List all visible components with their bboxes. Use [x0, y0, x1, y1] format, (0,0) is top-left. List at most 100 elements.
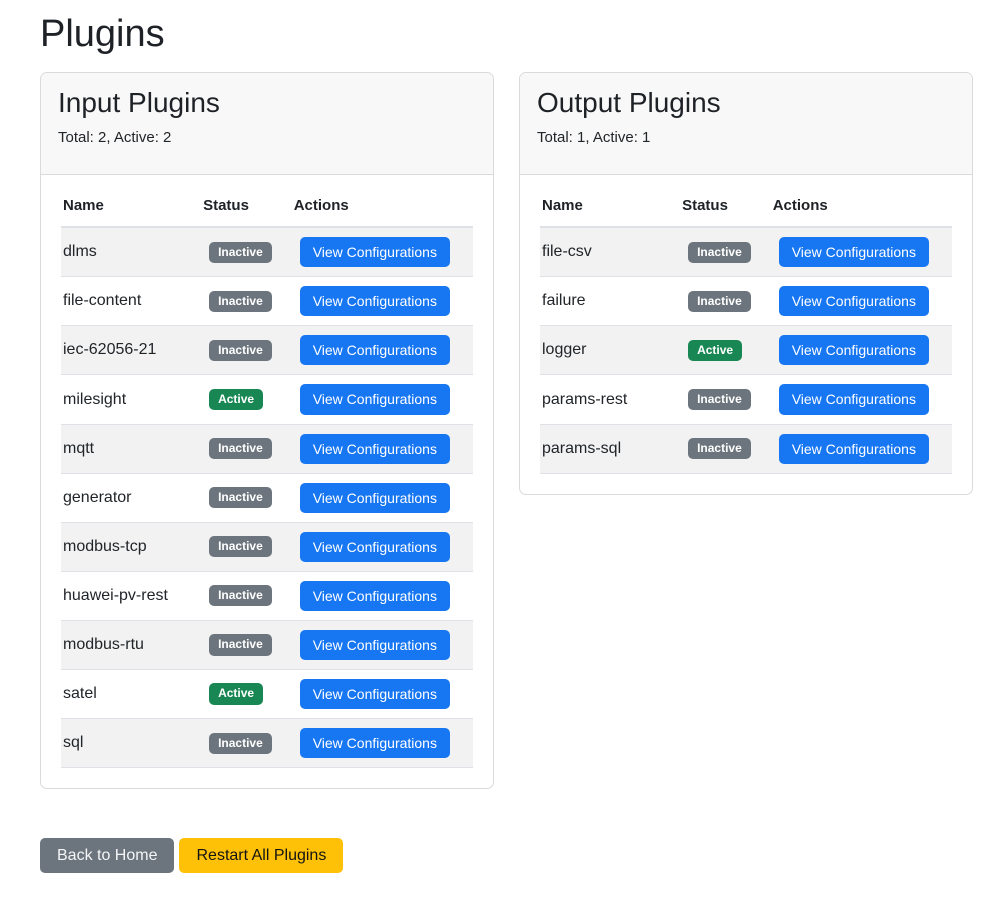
plugin-actions-cell: View Configurations — [292, 227, 473, 277]
plugin-status-cell: Inactive — [201, 277, 292, 326]
view-configurations-button[interactable]: View Configurations — [779, 434, 929, 464]
view-configurations-button[interactable]: View Configurations — [300, 434, 450, 464]
status-badge: Inactive — [209, 733, 272, 754]
output-plugins-title: Output Plugins — [537, 86, 955, 120]
table-row: dlms Inactive View Configurations — [61, 227, 473, 277]
status-badge: Inactive — [209, 585, 272, 606]
plugin-status-cell: Inactive — [201, 620, 292, 669]
plugin-name: logger — [540, 326, 680, 375]
table-row: satel Active View Configurations — [61, 670, 473, 719]
plugin-name: mqtt — [61, 424, 201, 473]
view-configurations-button[interactable]: View Configurations — [300, 237, 450, 267]
table-row: params-rest Inactive View Configurations — [540, 375, 952, 424]
input-plugins-card: Input Plugins Total: 2, Active: 2 Name S… — [40, 72, 494, 790]
status-badge: Active — [688, 340, 742, 361]
footer-actions: Back to Home Restart All Plugins — [40, 838, 973, 873]
table-row: generator Inactive View Configurations — [61, 473, 473, 522]
plugin-actions-cell: View Configurations — [292, 473, 473, 522]
status-badge: Inactive — [688, 389, 751, 410]
input-plugins-card-header: Input Plugins Total: 2, Active: 2 — [41, 73, 493, 176]
status-badge: Inactive — [688, 291, 751, 312]
plugin-name: satel — [61, 670, 201, 719]
plugin-status-cell: Active — [680, 326, 771, 375]
output-plugins-table: Name Status Actions file-csv Inactive Vi… — [540, 189, 952, 473]
plugin-status-cell: Inactive — [201, 571, 292, 620]
view-configurations-button[interactable]: View Configurations — [779, 286, 929, 316]
back-to-home-button[interactable]: Back to Home — [40, 838, 174, 873]
input-plugins-summary: Total: 2, Active: 2 — [58, 129, 476, 146]
page-title: Plugins — [40, 12, 973, 58]
plugin-status-cell: Inactive — [201, 424, 292, 473]
plugin-actions-cell: View Configurations — [292, 670, 473, 719]
table-row: params-sql Inactive View Configurations — [540, 424, 952, 473]
view-configurations-button[interactable]: View Configurations — [300, 532, 450, 562]
plugin-name: params-sql — [540, 424, 680, 473]
plugin-name: failure — [540, 277, 680, 326]
view-configurations-button[interactable]: View Configurations — [779, 384, 929, 414]
plugin-name: modbus-rtu — [61, 620, 201, 669]
input-plugins-table: Name Status Actions dlms Inactive View C… — [61, 189, 473, 768]
restart-all-plugins-button[interactable]: Restart All Plugins — [179, 838, 343, 873]
view-configurations-button[interactable]: View Configurations — [300, 630, 450, 660]
status-badge: Inactive — [688, 242, 751, 263]
plugin-actions-cell: View Configurations — [292, 277, 473, 326]
table-row: file-content Inactive View Configuration… — [61, 277, 473, 326]
plugin-status-cell: Inactive — [680, 227, 771, 277]
status-badge: Inactive — [209, 340, 272, 361]
plugin-name: dlms — [61, 227, 201, 277]
plugin-name: iec-62056-21 — [61, 326, 201, 375]
plugin-name: modbus-tcp — [61, 522, 201, 571]
status-badge: Inactive — [209, 291, 272, 312]
status-badge: Inactive — [688, 438, 751, 459]
view-configurations-button[interactable]: View Configurations — [300, 384, 450, 414]
table-row: mqtt Inactive View Configurations — [61, 424, 473, 473]
column-header-name: Name — [61, 189, 201, 227]
table-row: modbus-rtu Inactive View Configurations — [61, 620, 473, 669]
status-badge: Active — [209, 389, 263, 410]
plugin-actions-cell: View Configurations — [292, 571, 473, 620]
view-configurations-button[interactable]: View Configurations — [300, 286, 450, 316]
plugin-status-cell: Active — [201, 670, 292, 719]
column-header-status: Status — [201, 189, 292, 227]
table-row: logger Active View Configurations — [540, 326, 952, 375]
view-configurations-button[interactable]: View Configurations — [300, 581, 450, 611]
view-configurations-button[interactable]: View Configurations — [300, 483, 450, 513]
status-badge: Active — [209, 683, 263, 704]
plugin-actions-cell: View Configurations — [292, 326, 473, 375]
view-configurations-button[interactable]: View Configurations — [779, 237, 929, 267]
plugin-name: sql — [61, 719, 201, 768]
plugin-status-cell: Inactive — [680, 375, 771, 424]
table-row: modbus-tcp Inactive View Configurations — [61, 522, 473, 571]
output-plugins-summary: Total: 1, Active: 1 — [537, 129, 955, 146]
view-configurations-button[interactable]: View Configurations — [300, 679, 450, 709]
plugin-status-cell: Inactive — [201, 522, 292, 571]
table-row: milesight Active View Configurations — [61, 375, 473, 424]
plugin-actions-cell: View Configurations — [292, 522, 473, 571]
plugin-status-cell: Inactive — [680, 277, 771, 326]
plugin-actions-cell: View Configurations — [292, 620, 473, 669]
plugin-name: params-rest — [540, 375, 680, 424]
table-header-row: Name Status Actions — [61, 189, 473, 227]
plugin-actions-cell: View Configurations — [771, 277, 952, 326]
table-row: failure Inactive View Configurations — [540, 277, 952, 326]
plugin-name: file-csv — [540, 227, 680, 277]
status-badge: Inactive — [209, 242, 272, 263]
input-plugins-card-body: Name Status Actions dlms Inactive View C… — [41, 175, 493, 788]
plugin-actions-cell: View Configurations — [292, 719, 473, 768]
plugin-status-cell: Inactive — [201, 227, 292, 277]
plugin-status-cell: Inactive — [201, 719, 292, 768]
column-header-status: Status — [680, 189, 771, 227]
status-badge: Inactive — [209, 536, 272, 557]
plugin-actions-cell: View Configurations — [771, 326, 952, 375]
plugin-status-cell: Inactive — [201, 326, 292, 375]
column-header-actions: Actions — [292, 189, 473, 227]
plugin-actions-cell: View Configurations — [292, 424, 473, 473]
plugin-name: file-content — [61, 277, 201, 326]
view-configurations-button[interactable]: View Configurations — [300, 335, 450, 365]
view-configurations-button[interactable]: View Configurations — [300, 728, 450, 758]
view-configurations-button[interactable]: View Configurations — [779, 335, 929, 365]
plugins-page: Plugins Input Plugins Total: 2, Active: … — [0, 0, 992, 893]
plugin-status-cell: Active — [201, 375, 292, 424]
plugin-name: milesight — [61, 375, 201, 424]
table-row: iec-62056-21 Inactive View Configuration… — [61, 326, 473, 375]
